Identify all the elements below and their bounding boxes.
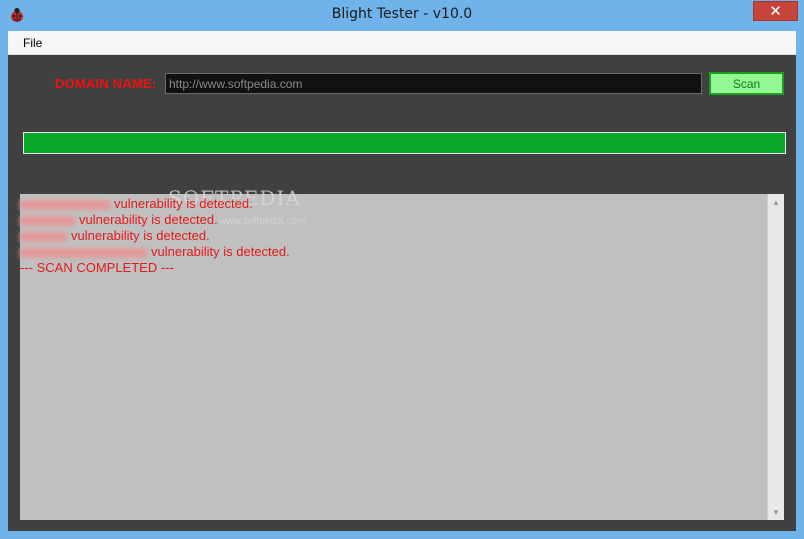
domain-name-input[interactable]: http://www.softpedia.com — [165, 73, 702, 94]
output-line-text: vulnerability is detected. — [79, 212, 218, 227]
progress-fill — [24, 133, 785, 153]
menu-bar: File — [8, 31, 796, 55]
main-panel: DOMAIN NAME: http://www.softpedia.com Sc… — [8, 55, 796, 531]
menu-item-file[interactable]: File — [23, 36, 42, 50]
output-lines: vulnerability is detected. vulnerability… — [20, 196, 290, 276]
scan-output-box[interactable]: SOFTPEDIA www.softpedia.com vulnerabilit… — [20, 186, 784, 520]
domain-name-label: DOMAIN NAME: — [55, 76, 157, 91]
scan-button[interactable]: Scan — [709, 72, 784, 95]
output-line: vulnerability is detected. — [20, 244, 290, 260]
output-line-text: vulnerability is detected. — [71, 228, 210, 243]
redacted-text — [20, 199, 110, 210]
close-icon: ✕ — [769, 2, 782, 20]
output-line: vulnerability is detected. — [20, 196, 290, 212]
window-title: Blight Tester - v10.0 — [331, 6, 473, 22]
output-line-text: vulnerability is detected. — [114, 196, 253, 211]
app-window: Blight Tester - v10.0 ✕ File DOMAIN NAME… — [0, 0, 804, 539]
progress-bar — [23, 132, 786, 154]
output-line: vulnerability is detected. — [20, 212, 290, 228]
title-bar[interactable]: Blight Tester - v10.0 ✕ — [0, 0, 804, 31]
scroll-down-icon[interactable]: ▼ — [768, 504, 784, 520]
vertical-scrollbar[interactable]: ▲ ▼ — [767, 194, 784, 520]
output-line: vulnerability is detected. — [20, 228, 290, 244]
scan-completed-line: --- SCAN COMPLETED --- — [20, 260, 174, 275]
close-button[interactable]: ✕ — [753, 1, 798, 21]
scroll-up-icon[interactable]: ▲ — [768, 194, 784, 210]
redacted-text — [20, 231, 67, 242]
output-line-text: vulnerability is detected. — [151, 244, 290, 259]
redacted-text — [20, 247, 147, 258]
redacted-text — [20, 215, 75, 226]
